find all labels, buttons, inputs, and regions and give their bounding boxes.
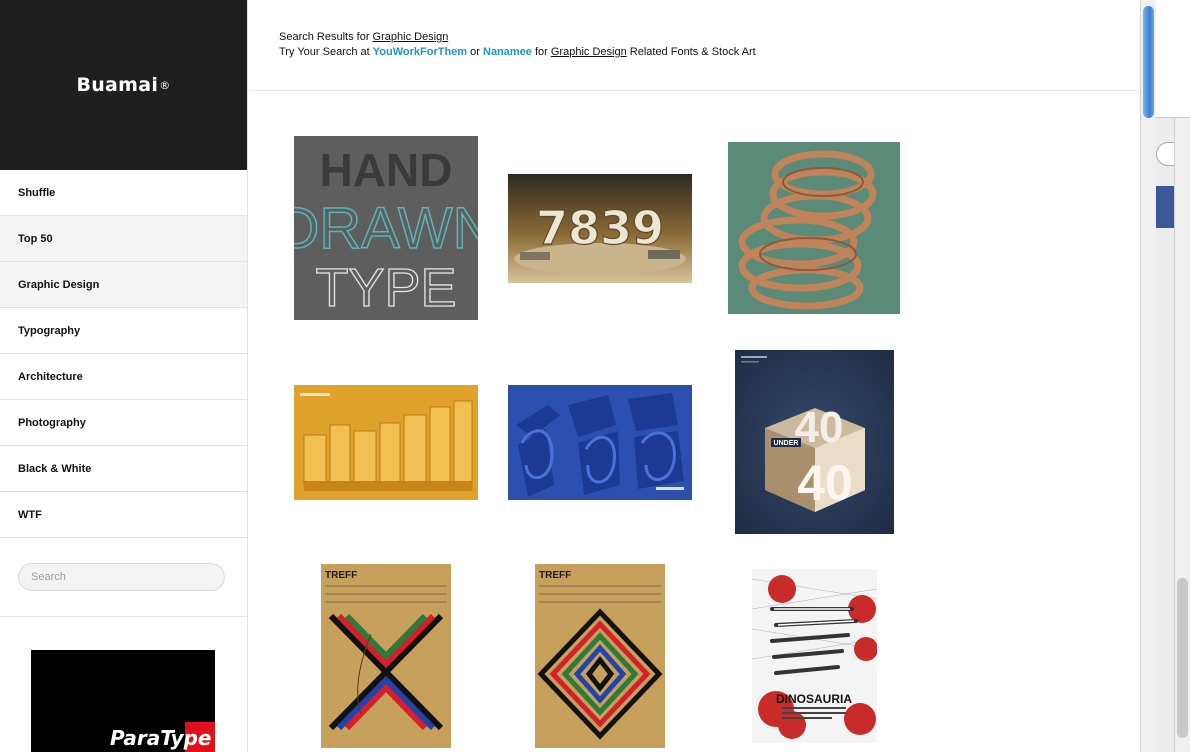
nav-item-black-white[interactable]: Black & White	[0, 446, 247, 492]
thumb6-num-bottom: 40	[797, 455, 853, 511]
thumb-wooden-ribbon-letter[interactable]	[728, 142, 900, 314]
thumb-blue-3d-type[interactable]	[508, 385, 692, 500]
nav-item-top-50[interactable]: Top 50	[0, 216, 247, 262]
query-link[interactable]: Graphic Design	[373, 31, 449, 43]
thumb1-line3: TYPE	[315, 258, 456, 318]
thumb-dinosauria-poster[interactable]: DINOSAURIA	[752, 569, 877, 743]
try-prefix: Try Your Search at	[279, 46, 373, 58]
sidebar: Buamai ® Shuffle Top 50 Graphic Design Ty…	[0, 0, 248, 752]
background-window-top	[1156, 0, 1190, 118]
results-prefix: Search Results for	[279, 31, 373, 43]
nav-item-architecture[interactable]: Architecture	[0, 354, 247, 400]
for-text: for	[531, 46, 551, 58]
site-logo[interactable]: Buamai ®	[0, 0, 247, 170]
background-window-scrollbar-thumb[interactable]	[1177, 578, 1188, 738]
search-input[interactable]	[18, 563, 225, 591]
thumb-yellow-3d-type[interactable]	[294, 385, 478, 500]
thumb1-line2: DRAWN	[294, 196, 478, 261]
thumb-machine-numbers[interactable]: 7839	[508, 174, 692, 283]
try-search-line: Try Your Search at YouWorkForThem or Nan…	[279, 45, 1140, 60]
thumb9-title: DINOSAURIA	[776, 692, 852, 706]
thumb6-num-top: 40	[795, 403, 844, 452]
thumb-treff-poster-1[interactable]: TREFF	[321, 564, 451, 748]
nav-item-graphic-design[interactable]: Graphic Design	[0, 262, 247, 308]
ad-text: ParaType	[110, 726, 212, 750]
search-results-header: Search Results for Graphic Design Try Yo…	[249, 0, 1140, 91]
page-scrollbar-thumb[interactable]	[1143, 6, 1154, 118]
brand-mark: ®	[159, 78, 171, 92]
youworkforthem-link[interactable]: YouWorkForThem	[373, 46, 467, 58]
background-window-blue-block	[1156, 186, 1174, 228]
background-window-scrollbar[interactable]	[1174, 118, 1190, 752]
nav-item-photography[interactable]: Photography	[0, 400, 247, 446]
thumb7-title: TREFF	[325, 570, 357, 581]
or-text: or	[467, 46, 483, 58]
brand-name: Buamai	[76, 74, 159, 96]
nav-item-wtf[interactable]: WTF	[0, 492, 247, 538]
suffix-text: Related Fonts & Stock Art	[626, 46, 756, 58]
nav-item-shuffle[interactable]: Shuffle	[0, 170, 247, 216]
thumb2-number: 7839	[536, 201, 664, 255]
thumb1-line1: HAND	[320, 144, 453, 196]
results-line: Search Results for Graphic Design	[279, 30, 1140, 45]
query-link-2[interactable]: Graphic Design	[551, 46, 627, 58]
page-scrollbar[interactable]	[1140, 0, 1156, 752]
thumb8-title: TREFF	[539, 570, 571, 581]
paratype-ad-banner[interactable]: ParaType	[31, 650, 215, 752]
thumb-treff-poster-2[interactable]: TREFF	[535, 564, 665, 748]
nanamee-link[interactable]: Nanamee	[483, 46, 532, 58]
background-window-strip	[1156, 0, 1190, 752]
thumb-under-40-cube[interactable]: UNDER 40 40	[735, 350, 894, 534]
search-container	[0, 538, 247, 617]
thumb-hand-drawn-type[interactable]: HAND DRAWN TYPE	[294, 136, 478, 320]
nav-item-typography[interactable]: Typography	[0, 308, 247, 354]
